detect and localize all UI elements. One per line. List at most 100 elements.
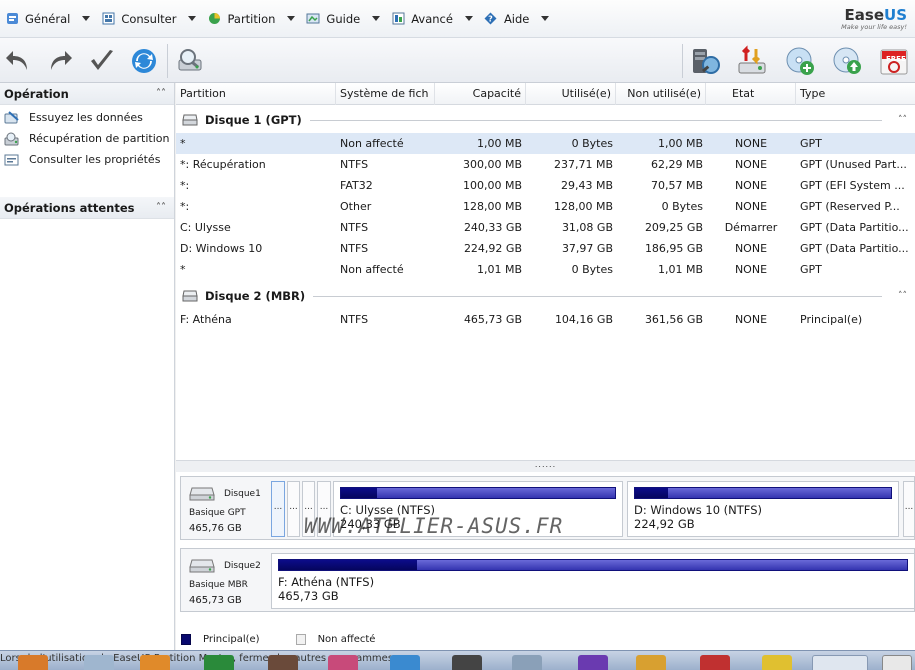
table-row[interactable]: *: Other 128,00 MB 128,00 MB 0 Bytes NONE GPT … [176, 196, 915, 217]
partition-label: D: Windows 10 (NTFS) [634, 503, 762, 517]
partition-dots: ... [904, 502, 914, 512]
disk1-small-partition[interactable]: ... [271, 481, 285, 537]
disk2-map[interactable]: Disque2 Basique MBR 465,73 GB F: Athéna … [180, 548, 915, 612]
disk2-info: Disque2 Basique MBR 465,73 GB [181, 549, 269, 611]
partition-f-athena[interactable]: F: Athéna (NTFS) 465,73 GB [271, 553, 915, 609]
cell-capacity: 465,73 GB [463, 313, 522, 326]
disk1-type: Basique GPT [189, 508, 246, 518]
toolbar-separator [167, 44, 168, 78]
menu-partition-label: Partition [227, 11, 276, 26]
disk1-small-partition[interactable]: ... [903, 481, 915, 537]
cell-capacity: 1,00 MB [476, 137, 522, 150]
cell-used: 31,08 GB [561, 221, 613, 234]
cell-status: NONE [734, 200, 768, 213]
table-row[interactable]: * Non affecté 1,00 MB 0 Bytes 1,00 MB NONE GPT [176, 133, 915, 154]
collapse-up-icon[interactable]: ˄˄ [156, 88, 166, 99]
cell-status: NONE [734, 158, 768, 171]
cell-capacity: 1,01 MB [476, 263, 522, 276]
taskbar-app-icon[interactable] [578, 655, 608, 670]
partition-d-windows10[interactable]: D: Windows 10 (NTFS) 224,92 GB [627, 481, 899, 537]
menu-general[interactable]: Général [0, 7, 96, 31]
cell-used: 0 Bytes [571, 263, 613, 276]
hard-disk-icon [182, 290, 198, 302]
collapse-up-icon[interactable]: ˄˄ [156, 202, 166, 213]
disk-search-icon [178, 49, 202, 71]
cell-unused: 62,29 MB [650, 158, 703, 171]
disk-tools-button[interactable] [690, 45, 722, 77]
cell-filesystem: NTFS [340, 158, 369, 171]
taskbar-app-icon[interactable] [18, 655, 48, 670]
taskbar-app-icon[interactable] [268, 655, 298, 670]
redo-button[interactable] [44, 45, 76, 77]
taskbar-keyboard-icon[interactable] [882, 655, 912, 670]
menu-aide[interactable]: ? Aide [479, 7, 555, 31]
table-row[interactable]: *: FAT32 100,00 MB 29,43 MB 70,57 MB NONE GPT … [176, 175, 915, 196]
disk1-small-partition[interactable]: ... [287, 481, 300, 537]
sidebar-item-wipe-data[interactable]: Essuyez les données [0, 107, 174, 128]
cell-filesystem: Non affecté [340, 263, 404, 276]
taskbar-app-icon[interactable] [328, 655, 358, 670]
free-badge-button[interactable]: FREE [878, 45, 910, 77]
cd-upgrade-icon [833, 47, 861, 74]
menu-consulter[interactable]: Consulter [96, 7, 202, 31]
column-header-unused[interactable]: Non utilisé(e) [616, 83, 706, 105]
cell-capacity: 100,00 MB [462, 179, 522, 192]
chevron-down-icon [541, 16, 550, 21]
disk-search-button[interactable] [174, 45, 206, 77]
taskbar-app-icon[interactable] [700, 655, 730, 670]
operation-panel-title: Opération [4, 86, 69, 101]
general-icon [5, 12, 19, 26]
table-row[interactable]: *: Récupération NTFS 300,00 MB 237,71 MB 62,… [176, 154, 915, 175]
operation-panel-header[interactable]: Opération ˄˄ [0, 83, 174, 105]
column-header-filesystem[interactable]: Système de fich [336, 83, 435, 105]
pane-splitter[interactable]: ...... [176, 460, 915, 472]
cell-partition: *: [180, 179, 190, 192]
collapse-up-icon[interactable]: ˄˄ [898, 115, 907, 125]
table-row[interactable]: C: Ulysse NTFS 240,33 GB 31,08 GB 209,25 GB D… [176, 217, 915, 238]
group-divider [313, 295, 882, 297]
menu-avance[interactable]: Avancé [386, 7, 479, 31]
disk1-name: Disque1 [224, 489, 261, 499]
taskbar-app-icon[interactable] [512, 655, 542, 670]
sidebar-item-partition-recovery[interactable]: Récupération de partition [0, 128, 174, 149]
disk-group-header[interactable]: Disque 2 (MBR) ˄˄ [176, 285, 915, 307]
pending-operations-header[interactable]: Opérations attentes ˄˄ [0, 197, 174, 219]
taskbar-app-icon[interactable] [390, 655, 420, 670]
taskbar-app-icon[interactable] [204, 655, 234, 670]
load-disk-button[interactable] [736, 45, 768, 77]
apply-button[interactable] [86, 45, 118, 77]
sidebar-item-properties[interactable]: Consulter les propriétés [0, 149, 174, 170]
logo-brand-a: Ease [844, 6, 885, 24]
cell-status: NONE [734, 137, 768, 150]
cell-capacity: 240,33 GB [463, 221, 522, 234]
undo-button[interactable] [2, 45, 34, 77]
redo-icon [51, 51, 72, 70]
taskbar-active-app[interactable] [812, 655, 868, 670]
menu-aide-label: Aide [503, 11, 530, 26]
usage-fill [279, 560, 418, 570]
column-header-capacity[interactable]: Capacité [435, 83, 526, 105]
taskbar-app-icon[interactable] [762, 655, 792, 670]
disk-group-header[interactable]: Disque 1 (GPT) ˄˄ [176, 109, 915, 131]
cd-add-button[interactable] [784, 45, 816, 77]
taskbar-app-icon[interactable] [84, 655, 114, 670]
taskbar-app-icon[interactable] [140, 655, 170, 670]
cell-filesystem: Non affecté [340, 137, 404, 150]
chevron-down-icon [188, 16, 197, 21]
menu-guide[interactable]: Guide [301, 7, 386, 31]
cd-upgrade-button[interactable] [831, 45, 863, 77]
menu-partition[interactable]: Partition [202, 7, 301, 31]
cell-status: NONE [734, 313, 768, 326]
taskbar-app-icon[interactable] [452, 655, 482, 670]
column-header-used[interactable]: Utilisé(e) [526, 83, 616, 105]
column-header-type[interactable]: Type [796, 83, 915, 105]
properties-icon [4, 153, 20, 167]
table-row[interactable]: F: Athéna NTFS 465,73 GB 104,16 GB 361,56 GB… [176, 309, 915, 330]
table-row[interactable]: D: Windows 10 NTFS 224,92 GB 37,97 GB 186,95… [176, 238, 915, 259]
column-header-partition[interactable]: Partition [176, 83, 336, 105]
collapse-up-icon[interactable]: ˄˄ [898, 291, 907, 301]
refresh-button[interactable] [128, 45, 160, 77]
column-header-status[interactable]: Etat [706, 83, 796, 105]
table-row[interactable]: * Non affecté 1,01 MB 0 Bytes 1,01 MB NONE GPT [176, 259, 915, 280]
taskbar-app-icon[interactable] [636, 655, 666, 670]
